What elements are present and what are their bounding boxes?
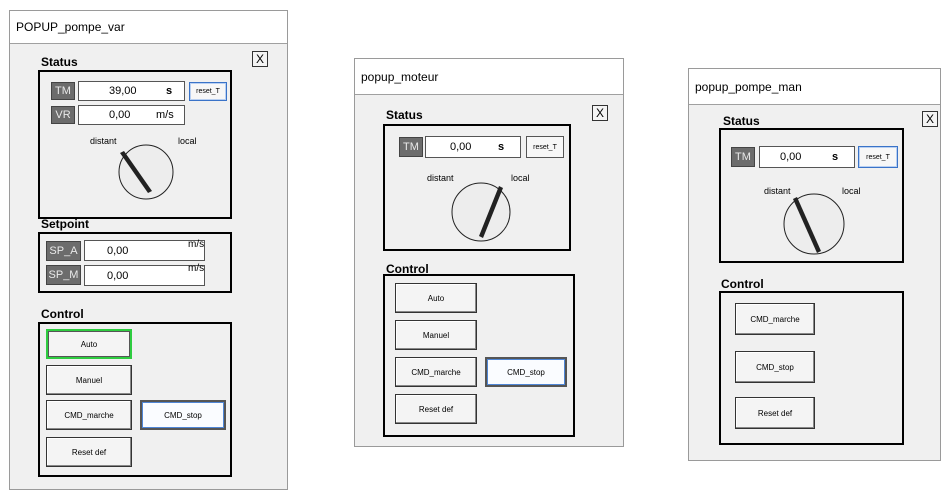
reset-t-button[interactable]: reset_T — [858, 146, 898, 168]
reset-t-button[interactable]: reset_T — [526, 136, 564, 158]
popup-title-bar: popup_pompe_man — [689, 69, 940, 105]
reset-t-button[interactable]: reset_T — [189, 82, 227, 101]
sp-m-tag: SP_M — [46, 265, 81, 285]
status-section-title: Status — [723, 114, 760, 128]
popup-title: POPUP_pompe_var — [16, 20, 125, 34]
tm-value: 0,00 — [780, 151, 802, 163]
popup-pompe-man: popup_pompe_man X Status TM 0,00 s reset… — [688, 68, 941, 461]
popup-title: popup_pompe_man — [695, 79, 802, 94]
sp-a-tag: SP_A — [46, 241, 81, 261]
sp-a-value: 0,00 — [107, 244, 129, 257]
manuel-button[interactable]: Manuel — [46, 365, 132, 395]
local-distant-selector-knob[interactable] — [116, 142, 176, 202]
tm-tag: TM — [399, 137, 423, 157]
cmd-marche-button[interactable]: CMD_marche — [46, 400, 132, 430]
vr-value-field: 0,00 m/s — [78, 105, 185, 125]
sp-a-unit: m/s — [188, 239, 205, 250]
tm-unit: s — [832, 151, 839, 163]
tm-unit: s — [166, 85, 173, 97]
sp-m-value: 0,00 — [107, 269, 129, 282]
sp-m-unit: m/s — [188, 263, 205, 274]
control-panel: Auto Manuel CMD_marche CMD_stop Reset de… — [383, 274, 575, 437]
status-panel: TM 0,00 s reset_T distant local — [719, 128, 904, 263]
status-panel: TM 39,00 s reset_T VR 0,00 m/s distant l… — [38, 70, 232, 219]
close-button[interactable]: X — [252, 51, 268, 67]
reset-def-button[interactable]: Reset def — [395, 394, 477, 424]
popup-moteur: popup_moteur X Status TM 0,00 s reset_T … — [354, 58, 624, 447]
sp-a-value-field: 0,00 — [84, 240, 205, 261]
sp-m-value-field[interactable]: 0,00 — [84, 265, 205, 286]
vr-unit: m/s — [156, 109, 174, 121]
cmd-stop-button[interactable]: CMD_stop — [485, 357, 567, 387]
cmd-stop-button[interactable]: CMD_stop — [735, 351, 815, 383]
tm-tag: TM — [51, 82, 75, 100]
popup-pompe-var: POPUP_pompe_var X Status TM 39,00 s rese… — [9, 10, 288, 490]
popup-title-bar: POPUP_pompe_var — [10, 11, 287, 44]
selector-local-label: local — [178, 136, 197, 146]
tm-unit: s — [498, 141, 505, 153]
status-panel: TM 0,00 s reset_T distant local — [383, 124, 571, 251]
close-button[interactable]: X — [592, 105, 608, 121]
reset-def-button[interactable]: Reset def — [46, 437, 132, 467]
cmd-marche-button[interactable]: CMD_marche — [395, 357, 477, 387]
local-distant-selector-knob[interactable] — [449, 180, 513, 244]
tm-tag: TM — [731, 147, 755, 167]
close-button[interactable]: X — [922, 111, 938, 127]
tm-value: 39,00 — [109, 85, 137, 97]
setpoint-section-title: Setpoint — [41, 217, 89, 231]
selector-distant-label: distant — [90, 136, 117, 146]
status-section-title: Status — [386, 108, 423, 122]
tm-value-field: 0,00 s — [425, 136, 521, 158]
cmd-marche-button[interactable]: CMD_marche — [735, 303, 815, 335]
manuel-button[interactable]: Manuel — [395, 320, 477, 350]
cmd-stop-button[interactable]: CMD_stop — [140, 400, 226, 430]
reset-def-button[interactable]: Reset def — [735, 397, 815, 429]
vr-value: 0,00 — [109, 109, 131, 121]
auto-button[interactable]: Auto — [395, 283, 477, 313]
setpoint-panel: SP_A 0,00 m/s SP_M 0,00 m/s — [38, 232, 232, 293]
vr-tag: VR — [51, 106, 75, 124]
control-panel: Auto Manuel CMD_marche CMD_stop Reset de… — [38, 322, 232, 477]
popup-title: popup_moteur — [361, 69, 439, 84]
control-panel: CMD_marche CMD_stop Reset def — [719, 291, 904, 445]
control-section-title: Control — [721, 277, 764, 291]
selector-local-label: local — [511, 173, 530, 183]
tm-value: 0,00 — [450, 141, 472, 153]
tm-value-field: 0,00 s — [759, 146, 855, 168]
status-section-title: Status — [41, 55, 78, 69]
local-distant-selector-knob[interactable] — [781, 191, 847, 257]
auto-button[interactable]: Auto — [46, 329, 132, 359]
tm-value-field: 39,00 s — [78, 81, 185, 101]
popup-title-bar: popup_moteur — [355, 59, 623, 95]
control-section-title: Control — [41, 307, 84, 321]
